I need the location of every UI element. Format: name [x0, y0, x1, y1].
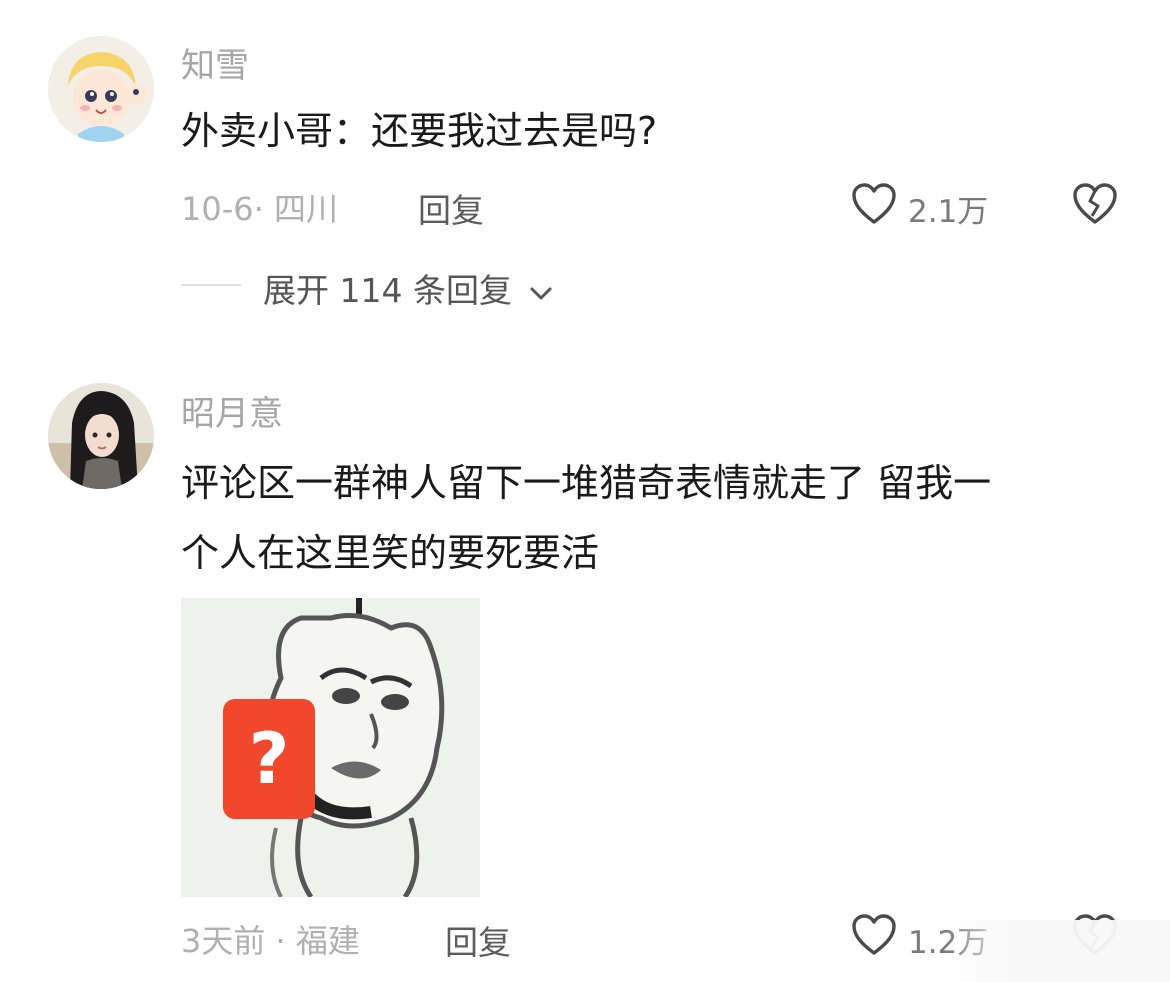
reply-button[interactable]: 回复 [418, 184, 484, 232]
heart-outline-icon[interactable] [851, 913, 897, 957]
sticker-image[interactable]: ? [181, 598, 480, 897]
question-badge-icon: ? [223, 699, 315, 819]
watermark-overlay [945, 920, 1170, 982]
heart-outline-icon[interactable] [851, 182, 897, 226]
comment-meta: 3天前 · 福建 [181, 922, 360, 960]
comment-username[interactable]: 昭月意 [181, 386, 283, 435]
expand-replies-button[interactable]: 展开 114 条回复 [263, 264, 554, 312]
broken-heart-icon[interactable] [1072, 182, 1118, 226]
reply-button[interactable]: 回复 [445, 916, 511, 964]
expand-divider [181, 284, 241, 286]
chevron-down-icon [530, 287, 552, 299]
comment-text: 外卖小哥：还要我过去是吗? [181, 109, 658, 153]
like-count: 2.1万 [908, 194, 989, 230]
expand-replies-label: 展开 114 条回复 [263, 271, 512, 310]
comment-text-line-1: 评论区一群神人留下一堆猎奇表情就走了 留我一 [181, 461, 992, 505]
comment-meta: 10-6· 四川 [181, 190, 338, 228]
comment-text-line-2: 个人在这里笑的要死要活 [181, 531, 600, 575]
avatar-image [48, 383, 154, 489]
comment-username[interactable]: 知雪 [181, 38, 249, 87]
avatar[interactable] [48, 36, 154, 142]
avatar-image [48, 36, 154, 142]
avatar[interactable] [48, 383, 154, 489]
